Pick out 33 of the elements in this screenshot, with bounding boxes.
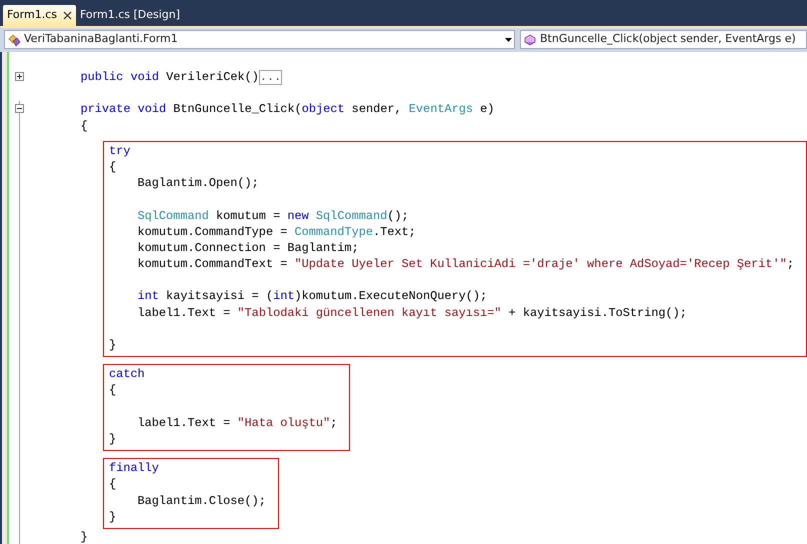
code-line: catch <box>108 366 145 382</box>
code-line: label1.Text = "Hata oluştu"; <box>136 414 338 431</box>
code-line: private void BtnGuncelle_Click(object sender, EventArgs e) <box>80 101 494 118</box>
code-line: label1.Text = "Tablodaki güncellenen kayıt sayısı=" + kayitsayisi.ToString(); <box>136 304 687 321</box>
code-line: Baglantim.Close(); <box>136 492 266 509</box>
expand-icon[interactable] <box>14 72 24 81</box>
code-line: finally <box>108 460 159 476</box>
type-selector[interactable]: VeriTabaninaBaglanti.Form1 <box>4 30 515 49</box>
method-icon <box>523 32 537 46</box>
dropdown-arrow-icon[interactable] <box>505 38 512 42</box>
code-line: } <box>80 528 88 544</box>
class-icon <box>7 32 21 46</box>
code-line: } <box>108 337 116 354</box>
code-line: { <box>108 158 116 176</box>
code-line: Baglantim.Open(); <box>136 175 259 192</box>
editor-tab[interactable]: Form1.cs <box>3 5 76 26</box>
code-line: { <box>108 476 116 492</box>
code-line: try <box>108 142 130 159</box>
code-line: komutum.CommandText = "Update Uyeler Set KullaniciAdi ='draje' where AdSoyad='Recep Şerit'"; <box>136 256 794 272</box>
code-line: komutum.CommandType = CommandType.Text; <box>136 224 416 240</box>
code-line: { <box>108 382 116 399</box>
code-line: int kayitsayisi = (int)komutum.ExecuteNonQuery(); <box>136 288 488 305</box>
code-line: public void VerileriCek() <box>80 69 259 86</box>
close-icon[interactable] <box>62 11 72 20</box>
code-line: } <box>108 430 116 448</box>
code-line: } <box>108 508 116 525</box>
code-line: SqlCommand komutum = new SqlCommand(); <box>136 208 409 224</box>
code-line: komutum.Connection = Baglantim; <box>136 240 359 256</box>
code-line: { <box>80 118 88 134</box>
collapsed-code-marker[interactable]: ... <box>258 70 282 85</box>
member-selector[interactable]: BtnGuncelle_Click(object sender, EventArgs e) <box>520 30 807 49</box>
collapse-icon[interactable] <box>14 104 24 114</box>
editor-tab[interactable]: Form1.cs [Design] <box>76 5 184 26</box>
